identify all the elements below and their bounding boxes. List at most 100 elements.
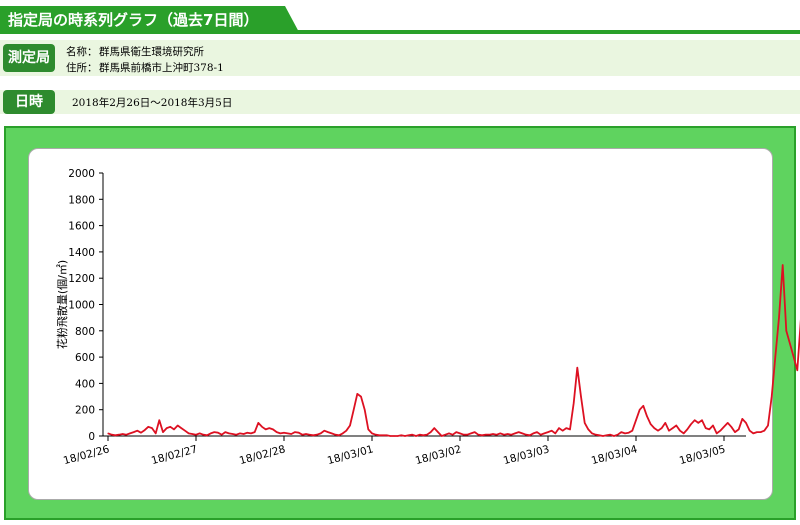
data-point [617,434,619,436]
data-point [144,429,146,431]
data-point [224,431,226,433]
data-point [573,402,575,404]
data-point [734,431,736,433]
data-point [624,432,626,434]
data-point [455,431,457,433]
data-point [774,356,776,358]
data-point [430,431,432,433]
x-tick-label: 18/02/27 [150,443,199,467]
data-point [598,434,600,436]
x-tick-label: 18/02/28 [238,443,287,467]
data-point [283,432,285,434]
data-point [180,427,182,429]
data-point [657,430,659,432]
data-point [723,426,725,428]
data-point [716,432,718,434]
data-point [466,434,468,436]
data-point [496,434,498,436]
data-point [422,434,424,436]
data-point [279,432,281,434]
data-point [510,434,512,436]
y-tick-label: 600 [75,352,95,364]
data-point [529,434,531,436]
data-point [661,427,663,429]
data-point [301,434,303,436]
x-tick-label: 18/02/26 [62,443,111,467]
data-point [426,434,428,436]
data-point [290,433,292,435]
data-point [756,431,758,433]
data-point [129,432,131,434]
y-axis-label: 花粉飛散量(個/㎡) [55,260,69,349]
data-point [547,431,549,433]
data-point [327,431,329,433]
data-point [499,432,501,434]
data-point [613,435,615,437]
data-point [195,434,197,436]
data-point [459,432,461,434]
x-tick-label: 18/03/01 [326,443,375,467]
data-point [503,434,505,436]
data-point [565,427,567,429]
data-point [642,405,644,407]
data-point [749,430,751,432]
series-line-pollen [107,264,800,437]
data-point [411,434,413,436]
data-point [158,419,160,421]
data-point [415,435,417,437]
data-point [474,431,476,433]
data-point [525,434,527,436]
y-tick-label: 400 [75,378,95,390]
data-point [488,434,490,436]
data-point [334,434,336,436]
data-point [653,427,655,429]
data-point [287,432,289,434]
data-point [323,430,325,432]
data-point [353,409,355,411]
data-point [364,409,366,411]
data-point [125,434,127,436]
data-point [408,434,410,436]
data-point [173,428,175,430]
data-point [378,434,380,436]
data-point [213,431,215,433]
data-point [393,435,395,437]
data-point [558,427,560,429]
data-point [367,428,369,430]
data-point [188,432,190,434]
data-point [250,432,252,434]
data-point [606,434,608,436]
data-point [532,432,534,434]
data-point [705,427,707,429]
data-point [133,431,135,433]
data-point [580,396,582,398]
data-point [118,434,120,436]
data-point [763,430,765,432]
data-point [169,426,171,428]
data-point [609,434,611,436]
data-point [778,317,780,319]
data-point [514,432,516,434]
data-point [294,431,296,433]
data-point [697,422,699,424]
data-point [477,434,479,436]
data-point [276,431,278,433]
data-point [536,431,538,433]
data-point [235,434,237,436]
data-point [206,434,208,436]
data-point [316,434,318,436]
data-point [114,434,116,436]
data-point [569,428,571,430]
data-point [694,419,696,421]
data-point [602,435,604,437]
data-point [298,432,300,434]
data-point [668,430,670,432]
data-point [210,432,212,434]
y-tick-label: 800 [75,326,95,338]
data-point [437,431,439,433]
data-point [679,430,681,432]
data-point [639,409,641,411]
data-point [261,426,263,428]
data-point [400,434,402,436]
y-tick-label: 1200 [68,273,95,285]
